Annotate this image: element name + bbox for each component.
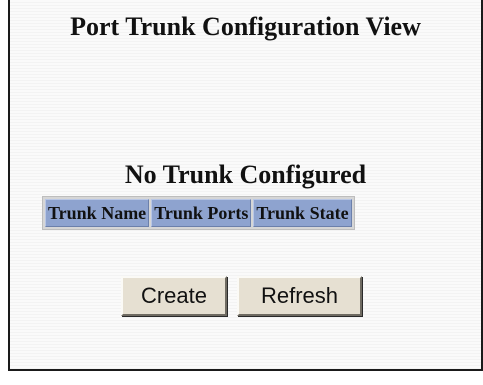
create-button[interactable]: Create [121,276,227,316]
no-trunk-message: No Trunk Configured [124,160,367,189]
trunk-config-panel: Port Trunk Configuration View No Trunk C… [8,0,483,371]
table-header-row: Trunk Name Trunk Ports Trunk State [45,199,352,227]
refresh-button[interactable]: Refresh [237,276,362,316]
column-header-trunk-ports: Trunk Ports [151,199,252,227]
column-header-trunk-name: Trunk Name [45,199,150,227]
page-title: Port Trunk Configuration View [70,12,421,41]
column-header-trunk-state: Trunk State [253,199,352,227]
trunk-table: Trunk Name Trunk Ports Trunk State [42,196,355,230]
